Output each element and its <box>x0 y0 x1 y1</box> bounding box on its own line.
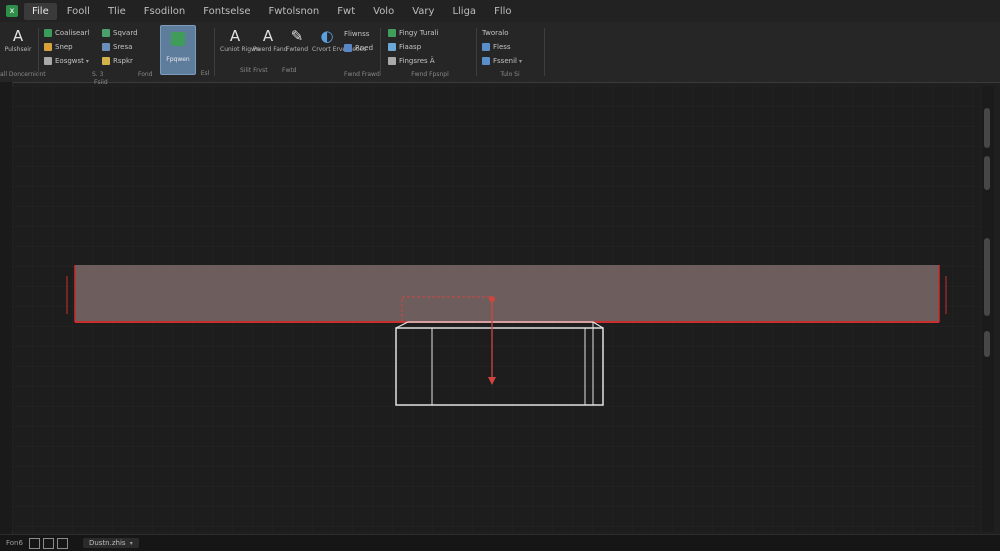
arrow-down-icon <box>488 377 496 385</box>
tab-fsodilon[interactable]: Fsodilon <box>136 3 193 20</box>
ribbon-group-styles: Fingy Turali Fiaasp Fingsres Ä Fwnd Fpsn… <box>386 24 474 80</box>
ribbon-item[interactable]: Fless <box>482 41 511 53</box>
drawing-svg[interactable] <box>12 86 980 532</box>
copy-icon <box>44 29 52 37</box>
ribbon-item[interactable]: Fiaasp <box>388 41 421 53</box>
ribbon-item[interactable]: Sresa <box>102 41 132 53</box>
tab-lliga[interactable]: Lliga <box>444 3 484 20</box>
scroll-thumb[interactable] <box>984 331 990 357</box>
tab-tlie[interactable]: Tlie <box>100 3 134 20</box>
ribbon-separator <box>544 28 545 76</box>
ribbon: A Pulshseir all Doncerniont Coalisearl S… <box>0 22 1000 86</box>
status-icons <box>28 537 71 549</box>
scroll-thumb[interactable] <box>984 238 990 316</box>
clear-icon <box>102 57 110 65</box>
tab-fwt[interactable]: Fwt <box>329 3 363 20</box>
format-icon <box>482 57 490 65</box>
ribbon-separator <box>38 28 39 76</box>
font-a-icon: A <box>12 27 24 45</box>
ribbon-item[interactable]: Rspkr <box>102 55 133 67</box>
layout-icon[interactable] <box>56 537 68 549</box>
ribbon-item[interactable]: Fliwnss <box>344 28 369 40</box>
ribbon-big-button[interactable]: ◐ Crvort Erverneoes <box>312 26 366 54</box>
grid-icon <box>482 43 490 51</box>
grid-icon[interactable] <box>28 537 40 549</box>
ribbon-item[interactable]: Fingy Turali <box>388 27 438 39</box>
shape-icon <box>344 44 352 52</box>
ribbon-item[interactable]: Eosgwst ▾ <box>44 55 89 67</box>
ribbon-item[interactable]: Tworalo <box>482 27 509 39</box>
status-bar: Fon6 Dustn.zhis ▾ <box>0 534 1000 551</box>
ribbon-item[interactable]: Snep <box>44 41 73 53</box>
style-icon <box>388 29 396 37</box>
format-icon <box>44 57 52 65</box>
sheet-tab[interactable]: Dustn.zhis ▾ <box>82 538 139 548</box>
chevron-down-icon[interactable]: ▾ <box>519 58 522 65</box>
tab-fwtolsnon[interactable]: Fwtolsnon <box>261 3 328 20</box>
table-icon <box>388 43 396 51</box>
scroll-thumb[interactable] <box>984 156 990 190</box>
tab-file[interactable]: File <box>24 2 57 20</box>
tab-fontselse[interactable]: Fontselse <box>195 3 258 20</box>
ribbon-separator <box>476 28 477 76</box>
ribbon-big-button[interactable]: A Pwerd Fand <box>253 26 287 54</box>
font-a-icon: A <box>229 27 241 45</box>
font-style-icon: A <box>262 27 274 45</box>
ribbon-group-font: A Cuniot Rigwn A Pwerd Fand ✎ Fwtend ◐ C… <box>220 26 380 78</box>
ribbon-group-clipboard: Coalisearl Snep Eosgwst ▾ Sqvard Sresa R… <box>42 24 154 86</box>
selected-ribbon-button[interactable]: Fpqwen <box>160 25 196 75</box>
page-icon[interactable] <box>42 537 54 549</box>
column-block[interactable] <box>395 327 604 406</box>
cell-icon <box>388 57 396 65</box>
ribbon-big-button[interactable]: A Cuniot Rigwn <box>220 26 260 54</box>
ribbon-item[interactable]: Fingsres Ä <box>388 55 435 67</box>
filter-icon <box>102 43 110 51</box>
status-text: Fon6 <box>6 539 23 547</box>
beam-shape[interactable] <box>75 265 939 322</box>
tab-vary[interactable]: Vary <box>404 3 442 20</box>
ribbon-group-tools: Tworalo Fless Fssenil ▾ Tulo Si <box>482 27 522 78</box>
ribbon-item[interactable]: Fssenil ▾ <box>482 55 522 67</box>
drawing-canvas[interactable] <box>12 86 980 532</box>
ribbon-item[interactable]: Sqvard <box>102 27 138 39</box>
vertical-scrollbar[interactable] <box>982 86 994 532</box>
spreadsheet-app-icon[interactable]: x <box>6 5 18 17</box>
sheet-icon <box>171 32 185 46</box>
tab-fllo[interactable]: Fllo <box>486 3 519 20</box>
pen-icon: ✎ <box>290 27 304 45</box>
sort-icon <box>102 29 110 37</box>
ribbon-separator <box>380 28 381 76</box>
ribbon-group-paste: A Pulshseir all Doncerniont <box>0 26 46 78</box>
chevron-down-icon[interactable]: ▾ <box>130 540 133 547</box>
tab-fooll[interactable]: Fooll <box>59 3 98 20</box>
cut-icon <box>44 43 52 51</box>
paste-button[interactable]: A Pulshseir <box>3 26 33 54</box>
color-icon: ◐ <box>320 27 334 45</box>
ribbon-item[interactable]: Coalisearl <box>44 27 89 39</box>
menu-bar: x File Fooll Tlie Fsodilon Fontselse Fwt… <box>0 0 1000 22</box>
scroll-thumb[interactable] <box>984 108 990 148</box>
tab-volo[interactable]: Volo <box>365 3 402 20</box>
ribbon-separator <box>214 28 215 76</box>
chevron-down-icon[interactable]: ▾ <box>86 58 89 65</box>
ribbon-big-button[interactable]: ✎ Fwtend <box>282 26 312 54</box>
ribbon-item[interactable]: Rned <box>344 42 373 54</box>
